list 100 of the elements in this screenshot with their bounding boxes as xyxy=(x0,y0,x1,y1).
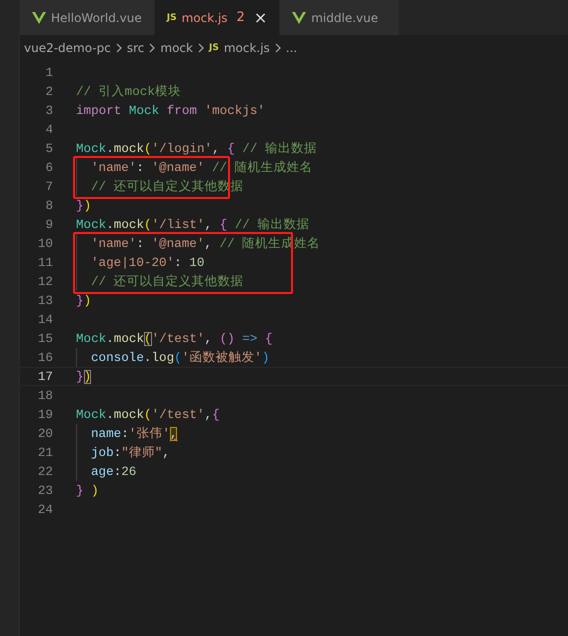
code-token: '/test' xyxy=(152,408,204,422)
code-token: name xyxy=(91,426,122,440)
code-token: } xyxy=(76,370,84,384)
code-token: age xyxy=(91,464,114,478)
code-token: ) xyxy=(84,198,92,212)
code-token: // 输出数据 xyxy=(241,140,317,157)
code-token: => xyxy=(241,332,258,346)
code-token: '/list' xyxy=(152,218,204,232)
line-number: 23 xyxy=(36,484,53,498)
line-number: 8 xyxy=(44,198,53,212)
breadcrumb-item[interactable]: mock.js xyxy=(224,41,270,55)
code-token: } xyxy=(76,484,84,498)
line-number: 10 xyxy=(36,236,53,250)
code-token: ( xyxy=(144,142,152,156)
code-token: job xyxy=(91,446,114,460)
code-token: 26 xyxy=(121,464,136,478)
code-token: ( xyxy=(174,350,182,364)
line-number: 22 xyxy=(36,464,53,478)
code-token: . xyxy=(106,408,114,422)
error-token: , xyxy=(170,426,178,440)
code-token: mock xyxy=(114,408,144,422)
code-token: Mock xyxy=(76,142,106,156)
line-number: 9 xyxy=(44,218,53,232)
code-token: ( xyxy=(144,408,152,422)
code-token: () xyxy=(220,332,235,346)
code-token: Mock xyxy=(76,332,106,346)
code-token: '函数被触发' xyxy=(182,350,262,366)
code-token: : xyxy=(136,236,145,250)
breadcrumb-item[interactable]: vue2-demo-pc xyxy=(24,41,111,55)
code-token: . xyxy=(106,332,114,346)
code-token: // 引入mock模块 xyxy=(76,84,181,100)
line-number: 17 xyxy=(36,370,53,384)
code-token: . xyxy=(144,350,152,364)
problem-count: 2 xyxy=(236,10,245,25)
line-number: 1 xyxy=(44,66,53,80)
code-token: 'name' xyxy=(91,160,136,174)
line-number: 7 xyxy=(44,180,53,194)
code-token: log xyxy=(151,350,174,364)
breadcrumb-item[interactable]: mock xyxy=(160,41,193,55)
code-token: mock xyxy=(114,142,144,156)
line-number: 19 xyxy=(36,408,53,422)
code-token: '/test' xyxy=(152,332,204,346)
line-number: 3 xyxy=(44,104,53,118)
editor-tab[interactable]: JS mock.js 2 × xyxy=(154,0,280,35)
js-file-icon: JS xyxy=(208,43,219,53)
code-token: mock xyxy=(114,332,144,346)
code-token: { xyxy=(264,332,273,346)
code-token: , xyxy=(212,142,221,156)
line-number: 14 xyxy=(36,312,53,326)
code-token: , xyxy=(204,408,212,422)
editor-tab[interactable]: middle.vue xyxy=(280,0,400,35)
code-token: ) xyxy=(84,294,92,308)
code-token: '@name' xyxy=(151,160,204,174)
code-token: { xyxy=(212,408,220,422)
code-token: ) xyxy=(90,484,99,498)
close-icon[interactable]: × xyxy=(254,8,268,27)
code-token: { xyxy=(220,218,228,232)
line-number: 20 xyxy=(36,426,53,440)
code-token: } xyxy=(76,198,84,212)
line-number: 16 xyxy=(36,350,53,364)
matched-bracket: ( xyxy=(144,332,152,346)
code-token: 10 xyxy=(189,256,204,270)
editor-tab[interactable]: HelloWorld.vue xyxy=(20,0,155,35)
line-number: 11 xyxy=(36,256,53,270)
code-token: . xyxy=(106,142,114,156)
code-token: // 还可以自定义其他数据 xyxy=(91,274,244,290)
code-token: Mock xyxy=(128,104,160,118)
line-number: 6 xyxy=(44,160,53,174)
line-number: 5 xyxy=(44,142,53,156)
code-token: : xyxy=(114,446,122,460)
code-token: : xyxy=(114,464,122,478)
line-number: 13 xyxy=(36,294,53,308)
code-token: ( xyxy=(144,218,152,232)
code-token: Mock xyxy=(76,408,106,422)
code-token: , xyxy=(204,218,214,232)
code-token: // 随机生成姓名 xyxy=(210,160,313,176)
code-token: "律师" xyxy=(121,445,162,461)
code-token: : xyxy=(174,256,183,270)
tab-label: middle.vue xyxy=(311,10,378,24)
code-token: 'mockjs' xyxy=(204,104,265,118)
line-number: 15 xyxy=(36,332,53,346)
code-token: // 输出数据 xyxy=(234,216,310,233)
code-token: , xyxy=(204,332,214,346)
tab-label: HelloWorld.vue xyxy=(51,10,142,24)
line-number: 12 xyxy=(36,274,53,288)
code-token: '/login' xyxy=(152,142,212,156)
code-token: : xyxy=(121,426,129,440)
line-number: 24 xyxy=(36,502,53,516)
js-file-icon: JS xyxy=(166,12,177,22)
code-token: Mock xyxy=(76,218,106,232)
line-number: 21 xyxy=(36,446,53,460)
code-token: } xyxy=(76,294,84,308)
breadcrumb-item[interactable]: src xyxy=(126,41,144,55)
breadcrumb-item[interactable]: ... xyxy=(286,41,298,55)
code-token: { xyxy=(227,142,235,156)
code-token: '@name' xyxy=(151,236,204,250)
code-token: from xyxy=(166,104,197,118)
code-token: : xyxy=(136,160,145,174)
code-token: mock xyxy=(114,218,144,232)
code-token: '张伟' xyxy=(128,426,170,442)
